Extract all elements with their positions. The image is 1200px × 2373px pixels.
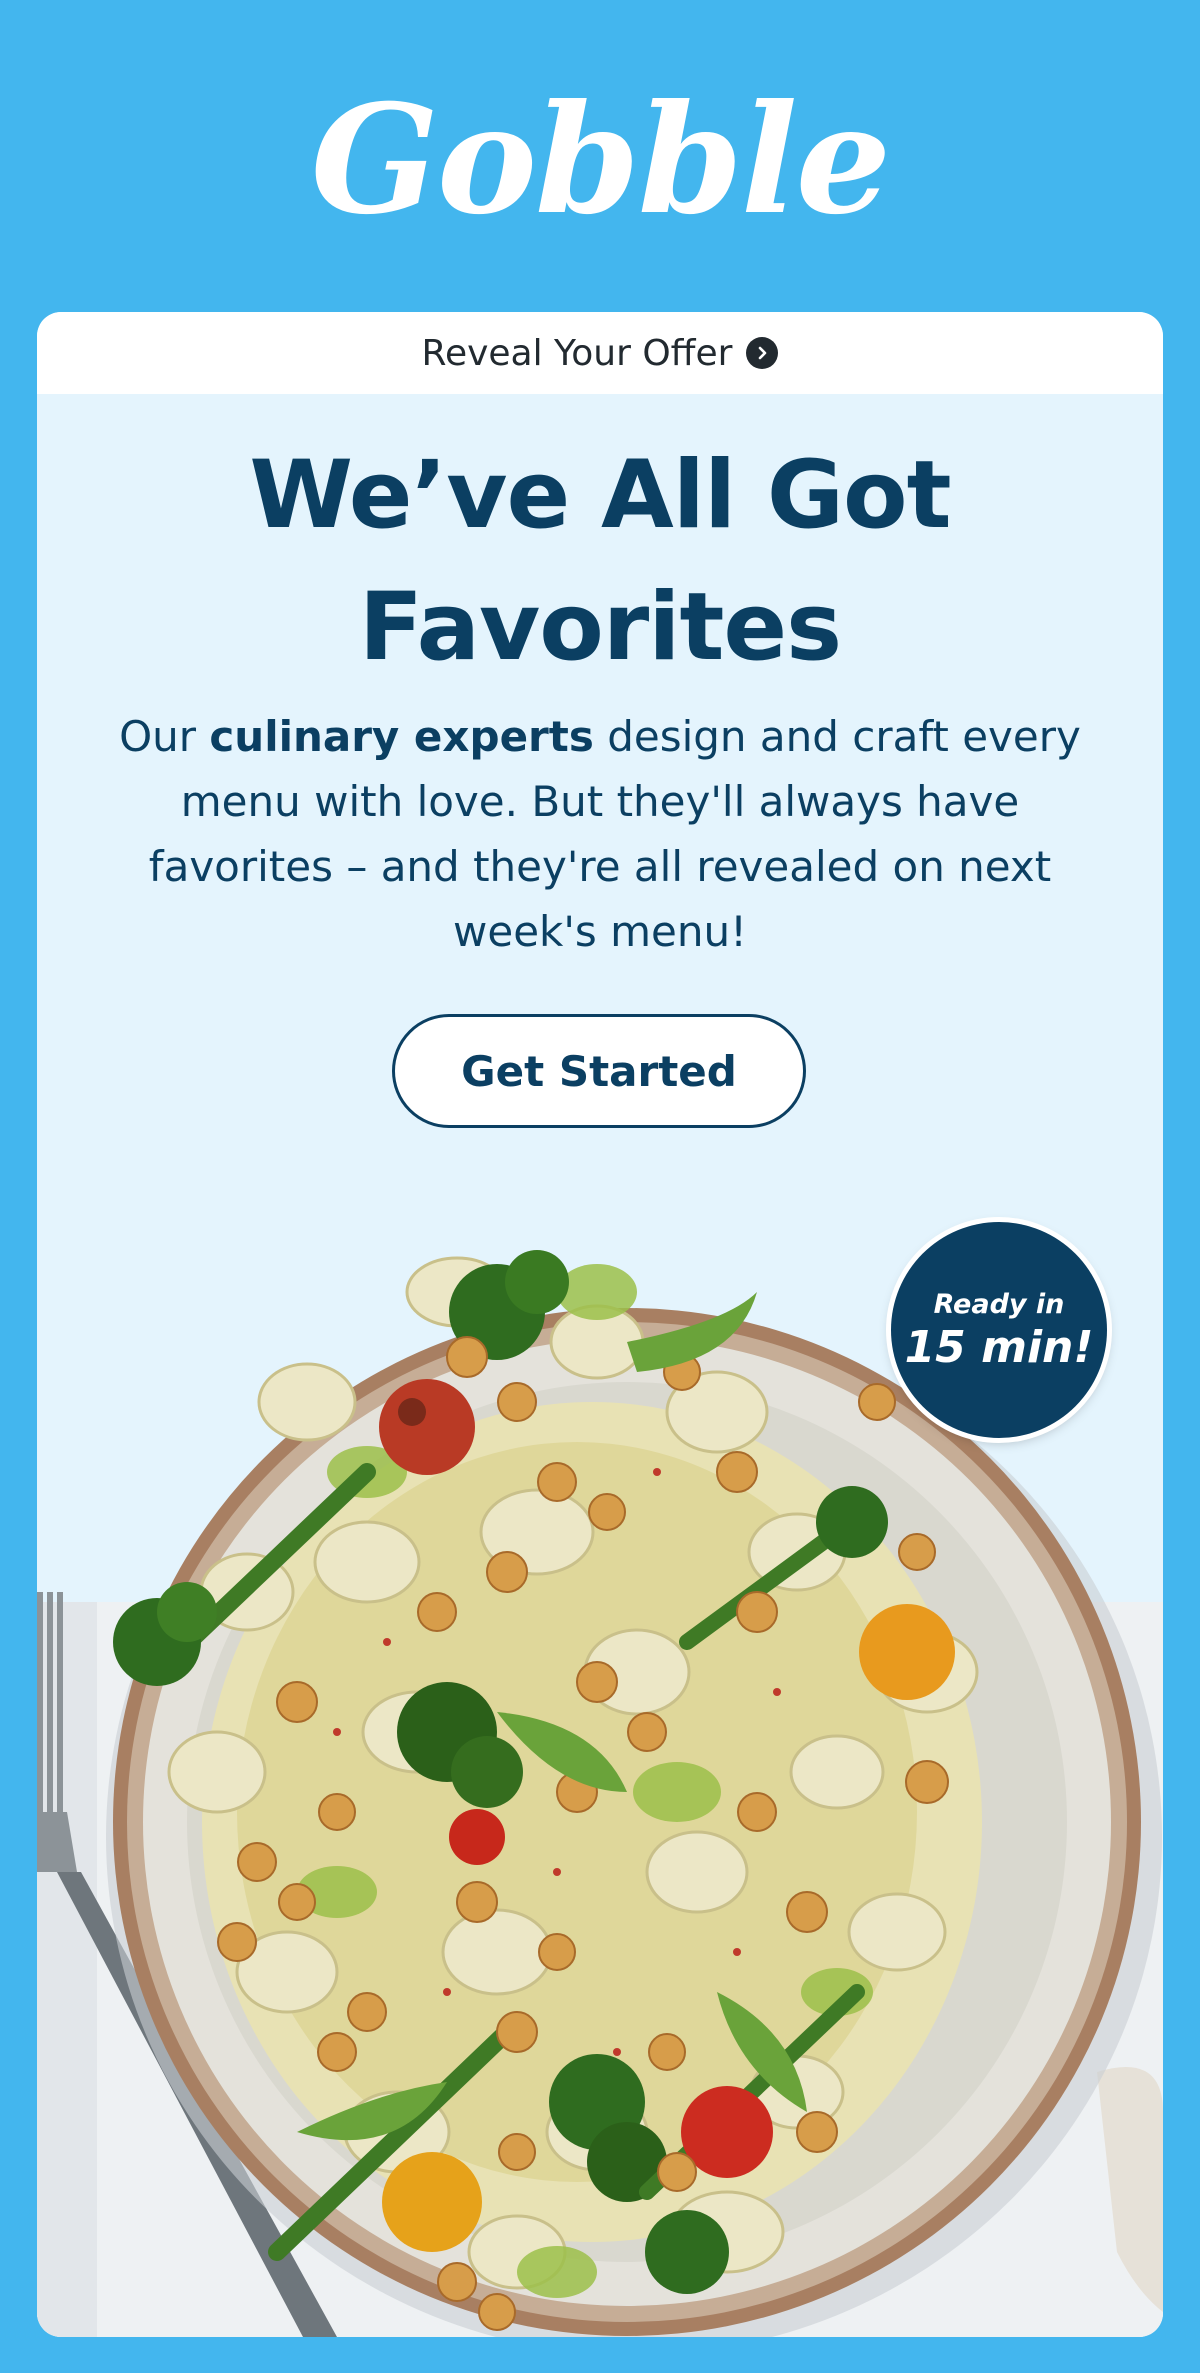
description-intro: Our xyxy=(119,712,210,761)
reveal-offer-label: Reveal Your Offer xyxy=(421,332,733,374)
promo-card: Reveal Your Offer We’ve All Got Favorite… xyxy=(37,312,1163,2337)
get-started-button[interactable]: Get Started xyxy=(392,1014,806,1128)
reveal-offer-link[interactable]: Reveal Your Offer xyxy=(37,312,1163,394)
badge-line-1: Ready in xyxy=(933,1289,1065,1320)
headline-line-2: Favorites xyxy=(358,573,842,682)
description-emphasis: culinary experts xyxy=(209,712,594,761)
ready-in-badge: Ready in 15 min! xyxy=(891,1222,1107,1438)
headline-line-1: We’ve All Got xyxy=(249,441,951,550)
hero-description: Our culinary experts design and craft ev… xyxy=(97,704,1103,964)
gobble-logo: Gobble xyxy=(310,72,891,248)
hero-headline: We’ve All Got Favorites xyxy=(97,430,1103,694)
chevron-right-circle-icon xyxy=(746,337,779,369)
badge-line-2: 15 min! xyxy=(904,1322,1094,1373)
